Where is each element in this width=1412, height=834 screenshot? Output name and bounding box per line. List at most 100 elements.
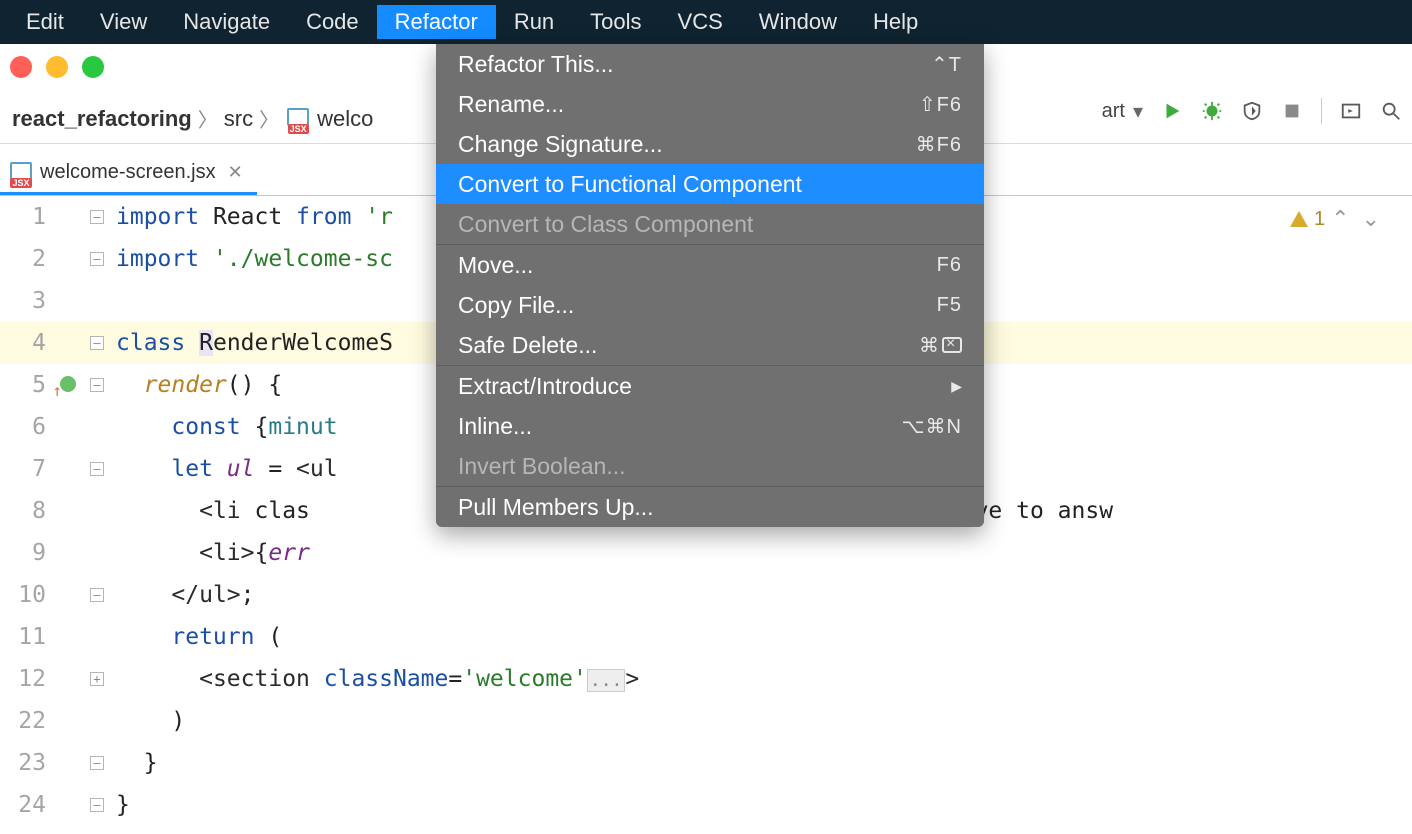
line-number: 11 — [0, 616, 46, 658]
run-config-label: art — [1102, 100, 1125, 123]
run-icon[interactable] — [1161, 100, 1183, 122]
menu-item-label: Refactor This... — [458, 51, 614, 78]
breadcrumb-file-label: welco — [317, 106, 373, 132]
line-number: 3 — [0, 280, 46, 322]
zoom-window-button[interactable] — [82, 56, 104, 78]
menubar-item-help[interactable]: Help — [855, 5, 936, 39]
line-number: 12 — [0, 658, 46, 700]
code-line[interactable]: ) — [116, 700, 1412, 742]
fold-toggle-icon[interactable]: – — [90, 756, 104, 770]
line-number: 6 — [0, 406, 46, 448]
shortcut-label: F6 — [937, 254, 962, 277]
menubar-item-refactor[interactable]: Refactor — [377, 5, 496, 39]
code-line[interactable]: return ( — [116, 616, 1412, 658]
breadcrumb-file[interactable]: welco — [285, 106, 373, 132]
menu-item-label: Move... — [458, 252, 533, 279]
shortcut-label: ⌘F6 — [916, 132, 962, 157]
run-toolbar: art ▾ — [1102, 98, 1402, 124]
code-line[interactable]: <li>{err — [116, 532, 1412, 574]
line-number: 22 — [0, 700, 46, 742]
menubar-item-navigate[interactable]: Navigate — [165, 5, 288, 39]
breadcrumb: react_refactoring 〉 src 〉 welco — [12, 104, 373, 133]
menu-item-safe-delete[interactable]: Safe Delete... ⌘ — [436, 325, 984, 365]
menu-item-label: Change Signature... — [458, 131, 663, 158]
code-line[interactable]: </ul>; — [116, 574, 1412, 616]
run-configuration-selector[interactable]: art ▾ — [1102, 99, 1143, 124]
line-number: 1 — [0, 196, 46, 238]
breadcrumb-project[interactable]: react_refactoring — [12, 106, 192, 132]
fold-toggle-icon[interactable]: + — [90, 672, 104, 686]
shortcut-label: ⇧F6 — [919, 92, 962, 117]
fold-toggle-icon[interactable]: – — [90, 336, 104, 350]
fold-toggle-icon[interactable]: – — [90, 798, 104, 812]
menu-item-label: Convert to Functional Component — [458, 171, 802, 198]
refactor-menu: Refactor This...⌃T Rename... ⇧F6 Change Sig… — [436, 44, 984, 527]
line-number: 9 — [0, 532, 46, 574]
menu-item-pull-members-up[interactable]: Pull Members Up... — [436, 487, 984, 527]
menu-item-label: Rename... — [458, 91, 564, 118]
code-line[interactable]: } — [116, 742, 1412, 784]
menu-item-refactor-this[interactable]: Refactor This...⌃T — [436, 44, 984, 84]
fold-toggle-icon[interactable]: – — [90, 462, 104, 476]
line-number: 4 — [0, 322, 46, 364]
coverage-icon[interactable] — [1241, 100, 1263, 122]
search-icon[interactable] — [1380, 100, 1402, 122]
menu-item-label: Pull Members Up... — [458, 494, 654, 521]
menubar-item-tools[interactable]: Tools — [572, 5, 659, 39]
gutter-arrow-icon: ↑ — [52, 370, 62, 412]
menubar-item-window[interactable]: Window — [741, 5, 855, 39]
menubar-item-edit[interactable]: Edit — [8, 5, 82, 39]
tab-welcome-screen[interactable]: welcome-screen.jsx ✕ — [0, 153, 257, 195]
chevron-right-icon: 〉 — [198, 104, 218, 133]
gutter-icon[interactable] — [60, 376, 76, 392]
close-window-button[interactable] — [10, 56, 32, 78]
menu-item-label: Safe Delete... — [458, 332, 597, 359]
line-number-gutter: 12345↑6789101112222324 — [0, 196, 88, 834]
submenu-arrow-icon: ▶ — [951, 378, 962, 395]
separator — [1321, 98, 1322, 124]
menubar-item-view[interactable]: View — [82, 5, 165, 39]
line-number: 2 — [0, 238, 46, 280]
menu-item-change-signature[interactable]: Change Signature... ⌘F6 — [436, 124, 984, 164]
run-target-icon[interactable] — [1340, 100, 1362, 122]
breadcrumb-folder[interactable]: src — [224, 106, 253, 132]
line-number: 5↑ — [0, 364, 46, 406]
fold-toggle-icon[interactable]: – — [90, 378, 104, 392]
fold-toggle-icon[interactable]: – — [90, 252, 104, 266]
menu-item-rename[interactable]: Rename... ⇧F6 — [436, 84, 984, 124]
menu-item-copy-file[interactable]: Copy File... F5 — [436, 285, 984, 325]
menu-item-move[interactable]: Move... F6 — [436, 245, 984, 285]
fold-toggle-icon[interactable]: – — [90, 210, 104, 224]
menu-item-convert-to-class-component: Convert to Class Component — [436, 204, 984, 244]
debug-icon[interactable] — [1201, 100, 1223, 122]
menu-item-label: Invert Boolean... — [458, 453, 626, 480]
close-tab-icon[interactable]: ✕ — [228, 162, 243, 183]
line-number: 7 — [0, 448, 46, 490]
menu-item-convert-to-functional-component[interactable]: Convert to Functional Component — [436, 164, 984, 204]
fold-toggle-icon[interactable]: – — [90, 588, 104, 602]
chevron-down-icon: ▾ — [1133, 99, 1143, 124]
minimize-window-button[interactable] — [46, 56, 68, 78]
menubar-item-run[interactable]: Run — [496, 5, 572, 39]
jsx-file-icon — [285, 106, 311, 132]
tab-label: welcome-screen.jsx — [40, 161, 216, 184]
shortcut-label: F5 — [937, 294, 962, 317]
menubar-item-vcs[interactable]: VCS — [660, 5, 741, 39]
code-line[interactable]: <section className='welcome'...> — [116, 658, 1412, 700]
code-line[interactable]: } — [116, 784, 1412, 826]
shortcut-label: ⌘ — [919, 333, 962, 358]
window-controls — [10, 56, 104, 78]
chevron-right-icon: 〉 — [259, 104, 279, 133]
main-menubar: EditViewNavigateCodeRefactorRunToolsVCSW… — [0, 0, 1412, 44]
menubar-item-code[interactable]: Code — [288, 5, 377, 39]
menu-item-extract-introduce[interactable]: Extract/Introduce ▶ — [436, 366, 984, 406]
shortcut-label: ⌥⌘N — [902, 414, 963, 439]
stop-icon[interactable] — [1281, 100, 1303, 122]
menu-item-label: Copy File... — [458, 292, 574, 319]
menu-item-inline[interactable]: Inline... ⌥⌘N — [436, 406, 984, 446]
menu-item-label: Inline... — [458, 413, 532, 440]
menu-item-label: Convert to Class Component — [458, 211, 753, 238]
line-number: 23 — [0, 742, 46, 784]
jsx-file-icon — [8, 160, 34, 186]
menu-item-label: Extract/Introduce — [458, 373, 632, 400]
